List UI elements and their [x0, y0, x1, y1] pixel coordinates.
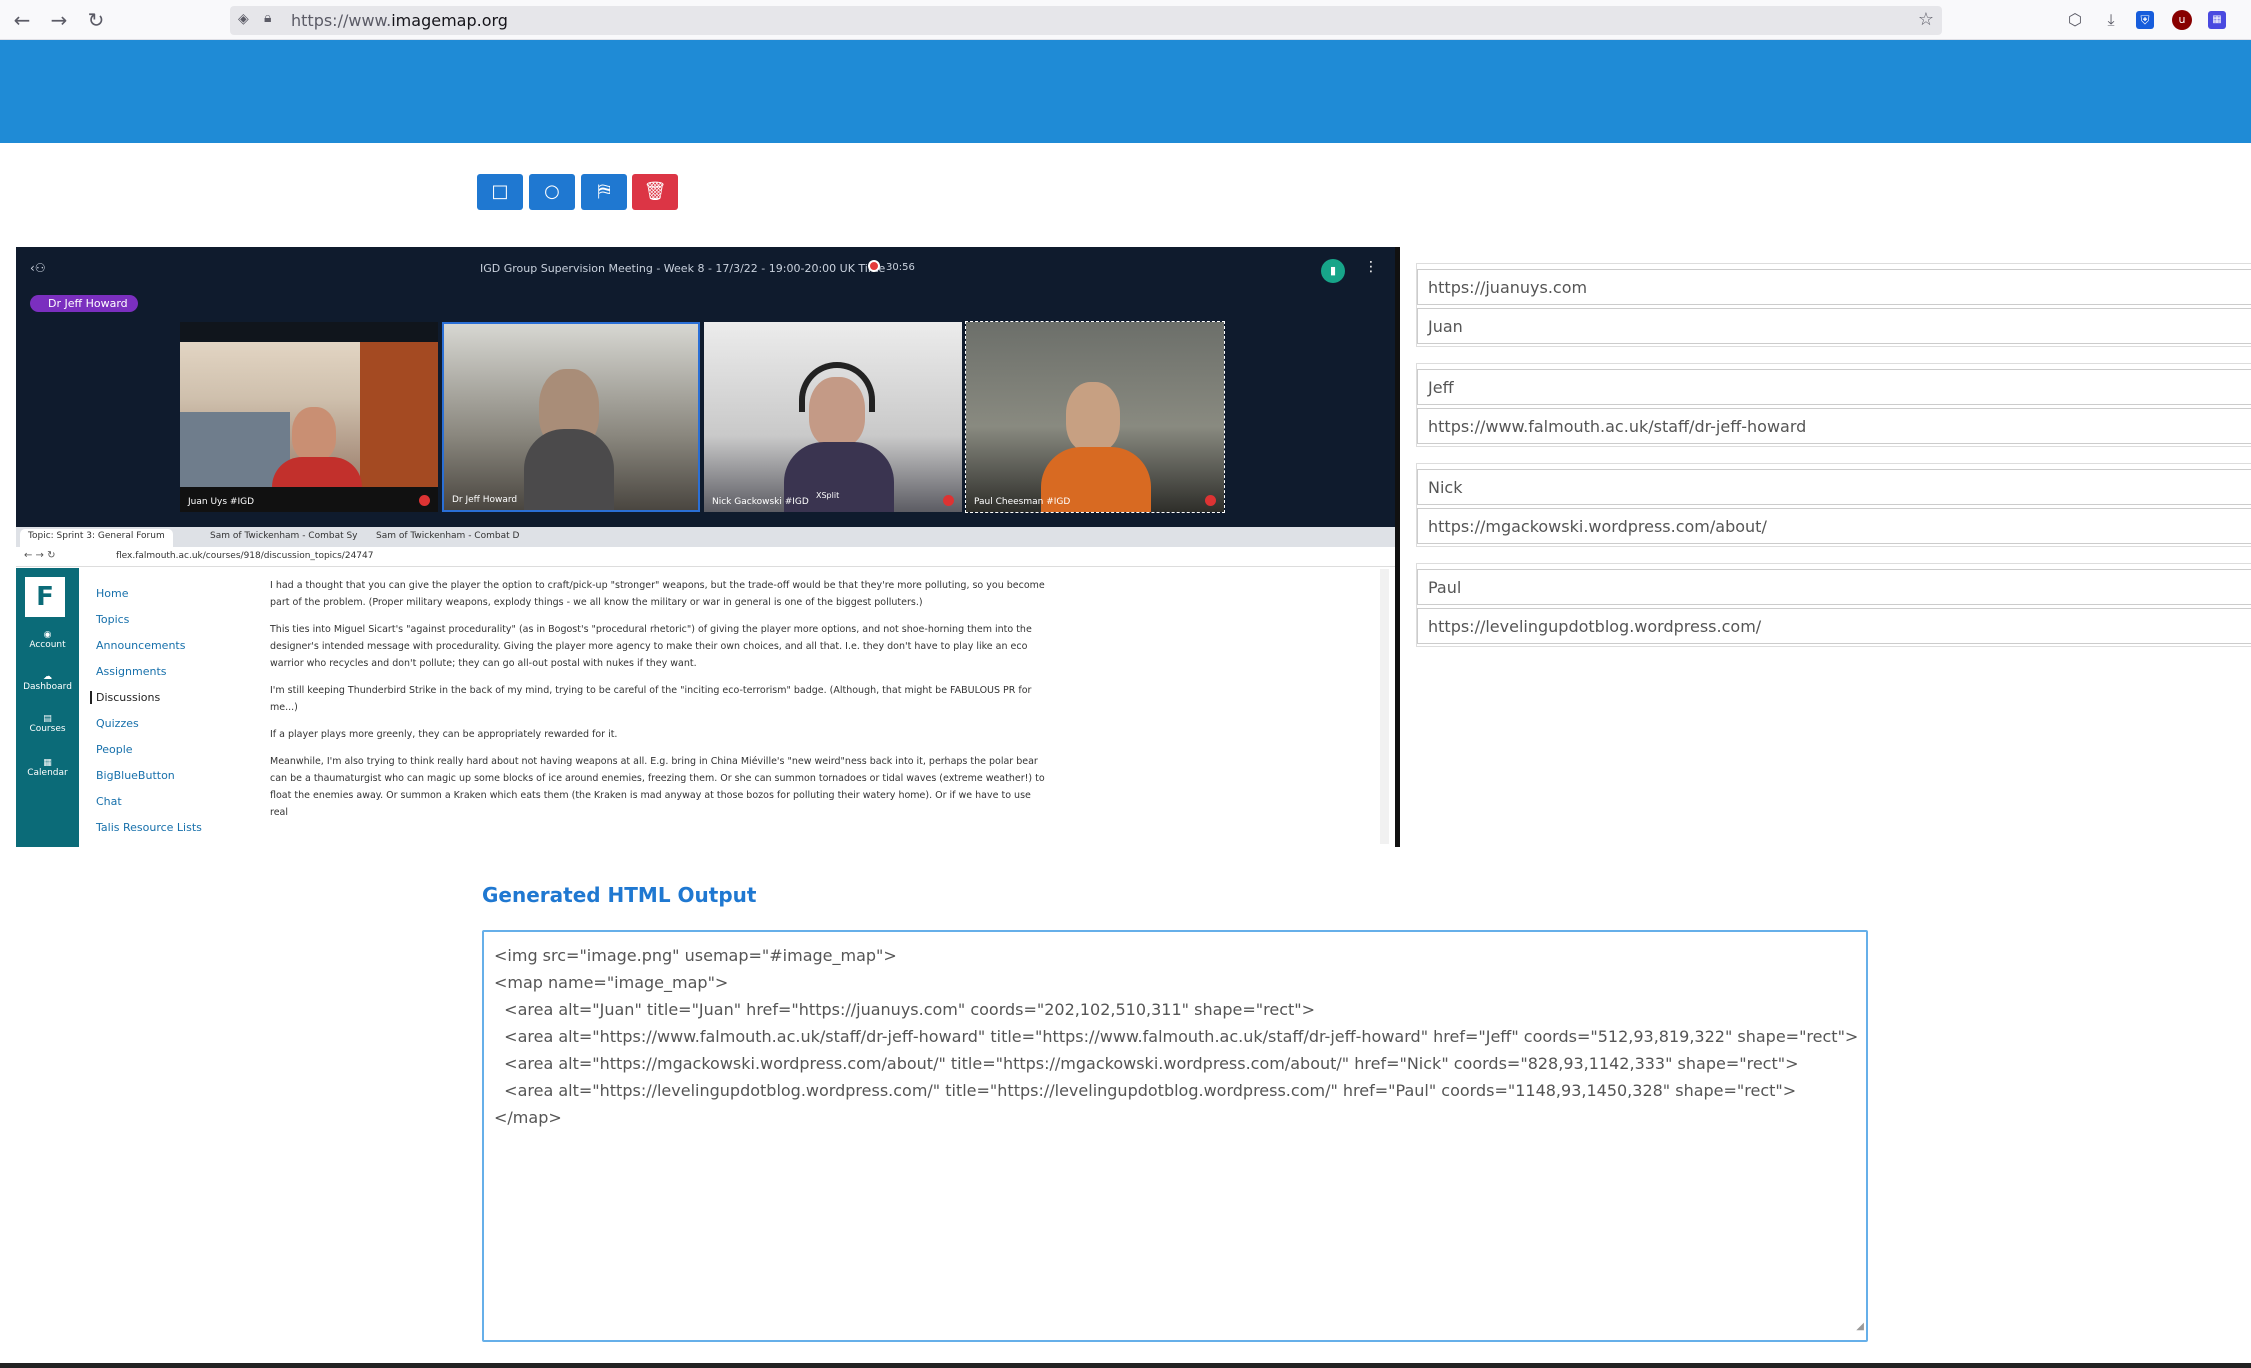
lms-nav-link: Home [96, 587, 129, 600]
discussion-post: I had a thought that you can give the pl… [270, 577, 1050, 831]
embedded-scrollbar [1380, 569, 1389, 844]
url-text[interactable]: https://www.imagemap.org [291, 11, 508, 30]
participant-label: Juan Uys #IGD [188, 497, 255, 507]
embedded-tab: Sam of Twickenham - Combat Sy [210, 531, 358, 541]
area-2-field-2[interactable]: https://www.falmouth.ac.uk/staff/dr-jeff… [1417, 408, 2251, 444]
site-header-banner [0, 40, 2251, 143]
ublock-icon[interactable]: u [2172, 10, 2192, 30]
lms-nav-link: Discussions [90, 691, 160, 704]
output-line: <area alt="Juan" title="Juan" href="http… [494, 1000, 1316, 1019]
lms-side-calendar: ▦ Calendar [27, 758, 68, 778]
area-3-field-2[interactable]: https://mgackowski.wordpress.com/about/ [1417, 508, 2251, 544]
participant-label: Nick Gackowski #IGD [712, 497, 809, 507]
mic-muted-icon [943, 495, 954, 506]
area-1-field-2[interactable]: Juan [1417, 308, 2251, 344]
lms-side-label: Dashboard [23, 682, 72, 692]
embedded-browser-screenshot: Topic: Sprint 3: General Forum Sam of Tw… [16, 527, 1395, 847]
embedded-tab-bar: Topic: Sprint 3: General Forum Sam of Tw… [16, 527, 1395, 547]
address-bar[interactable]: ◈ 🔒︎ https://www.imagemap.org ☆ [230, 6, 1942, 35]
bookmark-star-icon[interactable]: ☆ [1918, 9, 1934, 30]
output-line: <map name="image_map"> [494, 973, 729, 992]
video-tile-nick: Nick Gackowski #IGD XSplit [704, 322, 962, 512]
post-paragraph: I had a thought that you can give the pl… [270, 580, 1045, 608]
area-2-field-1[interactable]: Jeff [1417, 369, 2251, 405]
resize-handle-icon[interactable]: ◢ [1856, 1313, 1864, 1340]
lms-nav-link: BigBlueButton [96, 769, 175, 782]
participant-label: Dr Jeff Howard [452, 495, 518, 505]
post-paragraph: If a player plays more greenly, they can… [270, 729, 618, 740]
url-domain: imagemap.org [391, 11, 508, 30]
embedded-nav-icon: ← → ↻ [24, 550, 56, 561]
lms-nav-link: Assignments [96, 665, 167, 678]
participant-label: Paul Cheesman #IGD [974, 497, 1071, 507]
lock-icon[interactable]: 🔒︎ [264, 10, 271, 26]
browser-toolbar: ← → ↻ ◈ 🔒︎ https://www.imagemap.org ☆ ⬡ … [0, 0, 2251, 40]
post-paragraph: I'm still keeping Thunderbird Strike in … [270, 685, 1032, 713]
download-icon[interactable]: ⤓ [2099, 8, 2123, 32]
shield-icon[interactable]: ◈ [238, 11, 249, 27]
lms-global-nav: F ◉ Account ☁ Dashboard ▤ Courses ▦ Calendar [16, 568, 79, 847]
polygon-icon: ⛿ [597, 181, 611, 202]
participants-icon: ‹⚇ [30, 261, 46, 275]
circle-tool-button[interactable]: ○ [529, 174, 575, 210]
lms-nav-link: Talis Resource Lists [96, 821, 202, 834]
polygon-tool-button[interactable]: ⛿ [581, 174, 627, 210]
circle-icon: ○ [544, 181, 560, 202]
embedded-address-bar: ← → ↻ flex.falmouth.ac.uk/courses/918/di… [16, 547, 1395, 567]
output-line: <area alt="https://levelingupdotblog.wor… [494, 1081, 1797, 1100]
lms-nav-link: Announcements [96, 639, 186, 652]
output-title: Generated HTML Output [482, 883, 757, 907]
output-line: <area alt="https://www.falmouth.ac.uk/st… [494, 1027, 1859, 1046]
reload-icon[interactable]: ↻ [84, 8, 108, 32]
mic-muted-icon [1205, 495, 1216, 506]
output-line: <area alt="https://mgackowski.wordpress.… [494, 1054, 1799, 1073]
trash-icon: 🗑︎ [643, 181, 667, 202]
bitwarden-icon[interactable]: ⛨ [2136, 11, 2154, 29]
page-bottom-edge [0, 1363, 2251, 1368]
forward-arrow-icon[interactable]: → [47, 8, 71, 32]
recording-time: 30:56 [886, 262, 915, 273]
url-prefix: https://www. [291, 11, 392, 30]
lms-side-label: Calendar [27, 768, 68, 778]
lms-side-account: ◉ Account [29, 630, 66, 650]
lms-side-dashboard: ☁ Dashboard [23, 672, 72, 692]
area-1-field-1[interactable]: https://juanuys.com [1417, 269, 2251, 305]
embedded-tab: Topic: Sprint 3: General Forum [20, 529, 173, 547]
video-tile-jeff: Dr Jeff Howard [442, 322, 700, 512]
rectangle-tool-button[interactable]: □ [477, 174, 523, 210]
embedded-url: flex.falmouth.ac.uk/courses/918/discussi… [116, 551, 374, 561]
output-line: </map> [494, 1108, 562, 1127]
mic-muted-icon [419, 495, 430, 506]
post-paragraph: Meanwhile, I'm also trying to think real… [270, 756, 1045, 818]
post-paragraph: This ties into Miguel Sicart's "against … [270, 624, 1032, 669]
video-tile-paul: Paul Cheesman #IGD [965, 321, 1225, 513]
lms-side-label: Courses [29, 724, 66, 734]
area-4-field-2[interactable]: https://levelingupdotblog.wordpress.com/ [1417, 608, 2251, 644]
lms-side-courses: ▤ Courses [29, 714, 66, 734]
lms-logo: F [25, 577, 65, 617]
html-output-textarea[interactable]: <img src="image.png" usemap="#image_map"… [482, 930, 1868, 1342]
back-arrow-icon[interactable]: ← [10, 8, 34, 32]
embedded-tab: Sam of Twickenham - Combat D [376, 531, 520, 541]
lms-nav-link: Chat [96, 795, 122, 808]
meeting-title: IGD Group Supervision Meeting - Week 8 -… [480, 262, 886, 275]
more-options-icon: ⋮ [1364, 259, 1378, 275]
pocket-icon[interactable]: ⬡ [2063, 8, 2087, 32]
delete-tool-button[interactable]: 🗑︎ [632, 174, 678, 210]
area-3-field-1[interactable]: Nick [1417, 469, 2251, 505]
lms-nav-link: People [96, 743, 133, 756]
speaker-chip: Dr Jeff Howard [30, 295, 138, 312]
rectangle-icon: □ [491, 181, 509, 202]
recording-icon [868, 260, 880, 272]
lms-nav-link: Quizzes [96, 717, 139, 730]
lms-nav-link: Topics [96, 613, 130, 626]
image-map-canvas[interactable]: ‹⚇ IGD Group Supervision Meeting - Week … [16, 247, 1400, 847]
video-tile-juan: Juan Uys #IGD [180, 322, 438, 512]
area-4-field-1[interactable]: Paul [1417, 569, 2251, 605]
extension-icon[interactable]: ▦ [2208, 11, 2226, 29]
lms-side-label: Account [29, 640, 66, 650]
output-line: <img src="image.png" usemap="#image_map"… [494, 946, 897, 965]
xsplit-label: XSplit [816, 491, 840, 500]
signal-icon: ▮ [1321, 259, 1345, 283]
